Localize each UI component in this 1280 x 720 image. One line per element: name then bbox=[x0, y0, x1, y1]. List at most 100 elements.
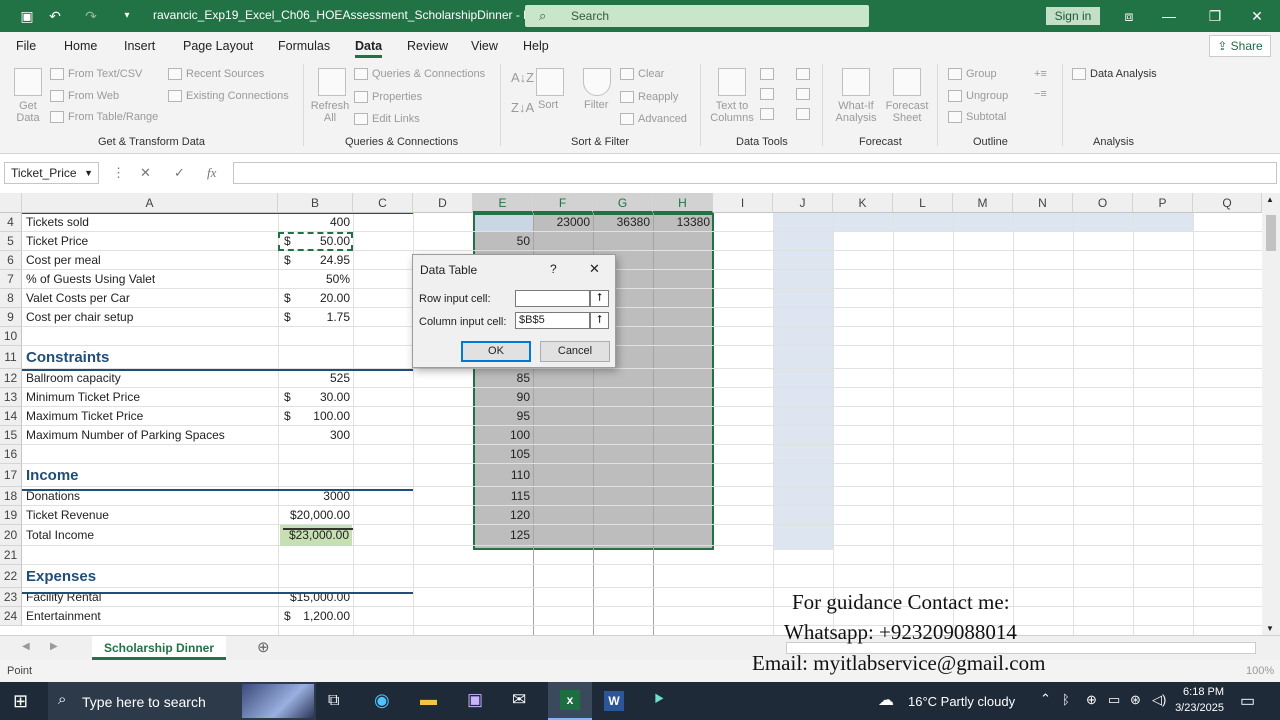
customize-qat-icon[interactable]: ▾ bbox=[118, 7, 136, 25]
row-input-field[interactable] bbox=[515, 290, 590, 307]
formula-input[interactable] bbox=[233, 162, 1277, 184]
network-icon[interactable]: ⊛ bbox=[1130, 692, 1141, 708]
advanced-button[interactable]: Advanced bbox=[620, 113, 687, 126]
close-icon[interactable]: ✕ bbox=[1248, 7, 1266, 25]
sort-az-icon[interactable]: A↓Z bbox=[511, 70, 534, 85]
data-validation-icon[interactable] bbox=[760, 108, 778, 121]
cell-b-value[interactable]: $15,000.00 bbox=[280, 588, 350, 607]
cell-g-value[interactable]: 36380 bbox=[593, 213, 650, 232]
restore-icon[interactable]: ❐ bbox=[1206, 7, 1224, 25]
cell-a-label[interactable]: Cost per meal bbox=[26, 251, 101, 270]
tab-review[interactable]: Review bbox=[407, 39, 448, 53]
row-header[interactable]: 23 bbox=[0, 588, 22, 607]
ok-button[interactable]: OK bbox=[461, 341, 531, 362]
scroll-down-icon[interactable]: ▼ bbox=[1266, 624, 1274, 633]
hide-detail-icon[interactable]: −≡ bbox=[1034, 88, 1047, 100]
cell-a-label[interactable]: % of Guests Using Valet bbox=[26, 270, 155, 289]
tab-page-layout[interactable]: Page Layout bbox=[183, 39, 253, 53]
name-box[interactable]: Ticket_Price ▼ bbox=[4, 162, 99, 184]
minimize-icon[interactable]: — bbox=[1160, 7, 1178, 25]
row-header[interactable]: 24 bbox=[0, 607, 22, 626]
column-input-field[interactable]: $B$5 bbox=[515, 312, 590, 329]
cell-b-value[interactable] bbox=[280, 546, 350, 565]
sheet-tab-scholarship-dinner[interactable]: Scholarship Dinner bbox=[92, 636, 226, 660]
redo-icon[interactable]: ↷ bbox=[82, 7, 100, 25]
cancel-button[interactable]: Cancel bbox=[540, 341, 610, 362]
cell-e-value[interactable]: 95 bbox=[473, 407, 530, 426]
cancel-icon[interactable]: ✕ bbox=[140, 165, 151, 181]
close-icon[interactable]: ✕ bbox=[589, 261, 600, 277]
tab-data[interactable]: Data bbox=[355, 39, 383, 58]
row-header[interactable]: 20 bbox=[0, 525, 22, 546]
cell-b-value[interactable]: 525 bbox=[280, 369, 350, 388]
cell-a-label[interactable]: Constraints bbox=[26, 346, 109, 369]
cell-e-value[interactable]: 125 bbox=[473, 525, 530, 546]
cell-b-value[interactable]: 400 bbox=[280, 213, 350, 232]
windows-start-icon[interactable]: ⊞ bbox=[13, 691, 28, 712]
tray-icon[interactable]: ⊕ bbox=[1086, 692, 1097, 708]
reapply-button[interactable]: Reapply bbox=[620, 91, 678, 104]
column-collapse-icon[interactable]: ⭡ bbox=[590, 312, 609, 329]
col-header-o[interactable]: O bbox=[1073, 193, 1133, 213]
chevron-down-icon[interactable]: ▼ bbox=[84, 163, 93, 183]
store-icon[interactable]: ▣ bbox=[467, 690, 483, 710]
cell-e-value[interactable]: 105 bbox=[473, 445, 530, 464]
col-header-a[interactable]: A bbox=[22, 193, 278, 213]
flash-fill-icon[interactable] bbox=[760, 68, 778, 81]
cell-a-label[interactable]: Maximum Ticket Price bbox=[26, 407, 143, 426]
refresh-all-button[interactable]: Refresh All bbox=[310, 100, 350, 124]
row-header[interactable]: 9 bbox=[0, 308, 22, 327]
word-icon[interactable]: W bbox=[604, 691, 624, 711]
cell-a-label[interactable]: Entertainment bbox=[26, 607, 101, 626]
col-header-k[interactable]: K bbox=[833, 193, 893, 213]
col-header-p[interactable]: P bbox=[1133, 193, 1193, 213]
cell-a-label[interactable]: Ballroom capacity bbox=[26, 369, 121, 388]
row-header[interactable]: 22 bbox=[0, 565, 22, 588]
volume-icon[interactable]: ◁) bbox=[1152, 692, 1166, 708]
row-header[interactable]: 7 bbox=[0, 270, 22, 289]
col-header-n[interactable]: N bbox=[1013, 193, 1073, 213]
edit-links-button[interactable]: Edit Links bbox=[354, 113, 420, 126]
text-to-columns-button[interactable]: Text to Columns bbox=[708, 100, 756, 124]
share-button[interactable]: ⇪ Share bbox=[1209, 35, 1271, 57]
col-header-h[interactable]: H bbox=[653, 193, 713, 213]
col-header-j[interactable]: J bbox=[773, 193, 833, 213]
cell-b-value[interactable]: 1.75 bbox=[280, 308, 350, 327]
task-view-icon[interactable]: ⧉ bbox=[328, 692, 339, 710]
row-header[interactable]: 12 bbox=[0, 369, 22, 388]
excel-taskbar-button[interactable]: x bbox=[548, 682, 592, 720]
ungroup-button[interactable]: Ungroup bbox=[948, 90, 1008, 103]
enter-icon[interactable]: ✓ bbox=[174, 165, 185, 181]
mail-icon[interactable]: ✉ bbox=[512, 690, 526, 710]
show-detail-icon[interactable]: +≡ bbox=[1034, 68, 1047, 80]
row-header[interactable]: 21 bbox=[0, 546, 22, 565]
cell-b-value[interactable]: 24.95 bbox=[280, 251, 350, 270]
col-header-b[interactable]: B bbox=[278, 193, 353, 213]
cell-e-value[interactable]: 115 bbox=[473, 487, 530, 506]
what-if-button[interactable]: What-If Analysis bbox=[830, 100, 882, 124]
cell-a-label[interactable]: Valet Costs per Car bbox=[26, 289, 130, 308]
cell-f-value[interactable]: 23000 bbox=[533, 213, 590, 232]
zoom-level[interactable]: 100% bbox=[1246, 665, 1274, 677]
subtotal-button[interactable]: Subtotal bbox=[948, 111, 1006, 124]
cell-a-label[interactable]: Tickets sold bbox=[26, 213, 89, 232]
next-sheet-icon[interactable]: ▶ bbox=[50, 641, 58, 652]
tray-chevron-icon[interactable]: ⌃ bbox=[1040, 691, 1051, 707]
row-header[interactable]: 16 bbox=[0, 445, 22, 464]
col-header-f[interactable]: F bbox=[533, 193, 593, 213]
cell-b-value[interactable] bbox=[280, 346, 350, 369]
col-header-i[interactable]: I bbox=[713, 193, 773, 213]
edge-icon[interactable]: ◉ bbox=[374, 690, 390, 711]
row-header[interactable]: 4 bbox=[0, 213, 22, 232]
select-all-corner[interactable] bbox=[0, 193, 22, 213]
cell-e-value[interactable]: 85 bbox=[473, 369, 530, 388]
row-header[interactable]: 17 bbox=[0, 464, 22, 487]
sign-in-button[interactable]: Sign in bbox=[1046, 7, 1100, 25]
ribbon-display-icon[interactable]: ⧈ bbox=[1120, 7, 1138, 25]
undo-icon[interactable]: ↶ bbox=[46, 7, 64, 25]
cell-b-value[interactable] bbox=[280, 327, 350, 346]
tab-view[interactable]: View bbox=[471, 39, 498, 53]
col-header-c[interactable]: C bbox=[353, 193, 413, 213]
row-header[interactable]: 19 bbox=[0, 506, 22, 525]
col-header-l[interactable]: L bbox=[893, 193, 953, 213]
